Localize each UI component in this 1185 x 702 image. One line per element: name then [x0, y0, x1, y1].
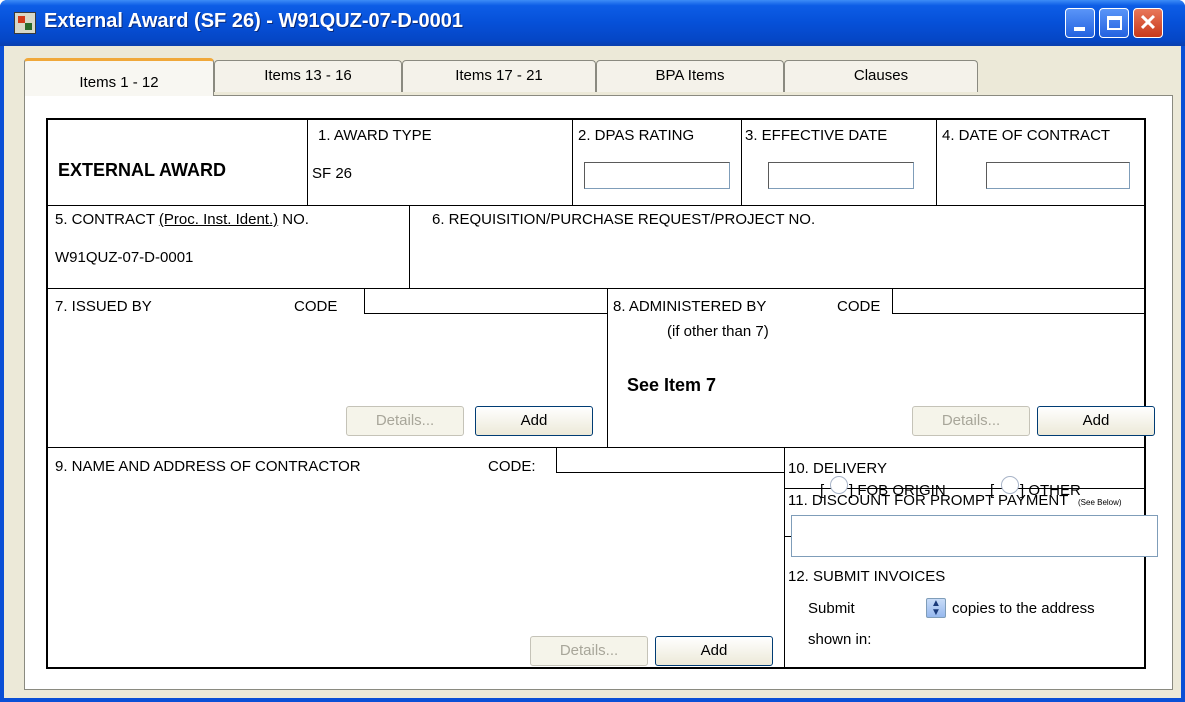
form-title: EXTERNAL AWARD — [58, 160, 227, 180]
col-divider-1 — [307, 120, 308, 205]
discount-label: 11. DISCOUNT FOR PROMPT PAYMENT — [788, 492, 1069, 509]
minimize-icon — [1074, 27, 1085, 31]
date-of-contract-input[interactable] — [986, 162, 1130, 189]
issued-by-code-field[interactable] — [364, 288, 607, 314]
close-icon: ✕ — [1138, 10, 1158, 35]
contractor-add-button[interactable]: Add — [655, 636, 773, 666]
application-window: External Award (SF 26) - W91QUZ-07-D-000… — [0, 0, 1185, 702]
date-of-contract-label: 4. DATE OF CONTRACT — [942, 127, 1111, 144]
contract-no-label: 5. CONTRACT (Proc. Inst. Ident.) NO. — [55, 211, 309, 228]
col-divider-2 — [572, 120, 573, 205]
close-button[interactable]: ✕ — [1133, 8, 1163, 38]
proc-inst-ident-link[interactable]: (Proc. Inst. Ident.) — [159, 211, 278, 228]
row-divider-1 — [48, 205, 1144, 206]
administered-by-details-button[interactable]: Details... — [912, 406, 1030, 436]
contract-no-label-suffix: NO. — [278, 211, 309, 228]
spinner-down-icon: ▼ — [931, 607, 941, 618]
discount-input[interactable] — [791, 515, 1158, 557]
maximize-button[interactable] — [1099, 8, 1129, 38]
col-divider-5 — [409, 205, 410, 288]
contractor-details-button[interactable]: Details... — [530, 636, 648, 666]
tab-items-13-16[interactable]: Items 13 - 16 — [214, 60, 402, 92]
award-type-value: SF 26 — [312, 165, 353, 182]
dpas-rating-label: 2. DPAS RATING — [578, 127, 695, 144]
copies-spinner[interactable]: ▲ ▼ — [926, 598, 946, 618]
see-item-7-text: See Item 7 — [627, 375, 717, 395]
issued-by-details-button[interactable]: Details... — [346, 406, 464, 436]
issued-by-label: 7. ISSUED BY — [55, 298, 152, 315]
shown-in-text: shown in: — [808, 631, 872, 648]
submit-word: Submit — [808, 600, 855, 617]
tab-clauses[interactable]: Clauses — [784, 60, 978, 92]
contractor-code-label: CODE: — [488, 458, 536, 475]
sf26-form: EXTERNAL AWARD 1. AWARD TYPE SF 26 2. DP… — [46, 118, 1158, 669]
see-below-note: (See Below) — [1078, 498, 1122, 507]
window-client-area: Items 1 - 12 Items 13 - 16 Items 17 - 21… — [4, 46, 1181, 698]
issued-by-add-button[interactable]: Add — [475, 406, 593, 436]
title-bar[interactable]: External Award (SF 26) - W91QUZ-07-D-000… — [0, 0, 1185, 46]
requisition-label: 6. REQUISITION/PURCHASE REQUEST/PROJECT … — [432, 211, 816, 228]
contractor-code-field[interactable] — [556, 447, 784, 473]
delivery-label: 10. DELIVERY — [788, 460, 887, 477]
maximize-icon — [1107, 16, 1122, 30]
window-title: External Award (SF 26) - W91QUZ-07-D-000… — [44, 10, 464, 32]
app-icon — [14, 12, 36, 34]
contract-no-label-prefix: 5. CONTRACT — [55, 211, 159, 228]
col-divider-7 — [784, 447, 785, 669]
minimize-button[interactable] — [1065, 8, 1095, 38]
col-divider-3 — [741, 120, 742, 205]
administered-by-code-label: CODE — [837, 298, 881, 315]
effective-date-label: 3. EFFECTIVE DATE — [745, 127, 888, 144]
dpas-rating-input[interactable] — [584, 162, 730, 189]
tab-items-1-12[interactable]: Items 1 - 12 — [24, 58, 214, 96]
administered-by-add-button[interactable]: Add — [1037, 406, 1155, 436]
effective-date-input[interactable] — [768, 162, 914, 189]
submit-invoices-label: 12. SUBMIT INVOICES — [788, 568, 946, 585]
tab-bpa-items[interactable]: BPA Items — [596, 60, 784, 92]
contractor-label: 9. NAME AND ADDRESS OF CONTRACTOR — [55, 458, 361, 475]
issued-by-code-label: CODE — [294, 298, 338, 315]
col-divider-4 — [936, 120, 937, 205]
copies-text: copies to the address — [952, 600, 1095, 617]
award-type-label: 1. AWARD TYPE — [318, 127, 432, 144]
tab-panel-items-1-12: EXTERNAL AWARD 1. AWARD TYPE SF 26 2. DP… — [24, 95, 1173, 690]
administered-by-code-field[interactable] — [892, 288, 1144, 314]
col-divider-6 — [607, 288, 608, 447]
administered-by-label: 8. ADMINISTERED BY — [613, 298, 767, 315]
tab-items-17-21[interactable]: Items 17 - 21 — [402, 60, 596, 92]
administered-by-note: (if other than 7) — [667, 323, 769, 340]
contract-no-value: W91QUZ-07-D-0001 — [55, 249, 194, 266]
